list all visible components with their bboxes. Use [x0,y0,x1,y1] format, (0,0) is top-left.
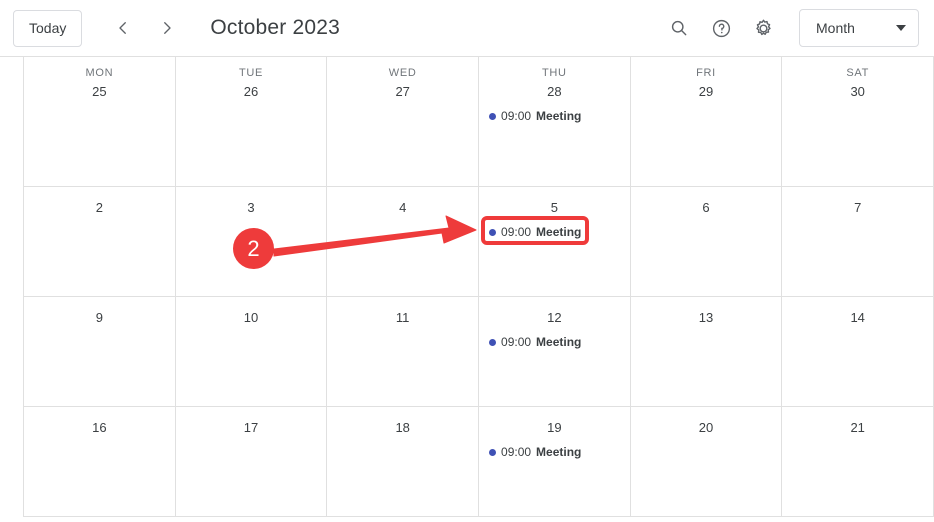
calendar-day-cell[interactable]: 21 [782,407,934,516]
day-number[interactable]: 27 [327,82,478,102]
day-number[interactable]: 16 [24,418,175,438]
day-number[interactable]: 14 [782,308,933,328]
day-number[interactable]: 20 [631,418,782,438]
calendar-grid: MON 25 TUE 26 WED 27 THU 28 09:00 Meeting FRI 29 SAT… [23,57,934,517]
calendar-day-cell[interactable]: 16 [24,407,176,516]
day-of-week-label: TUE [238,67,264,79]
day-of-week-label: THU [541,67,567,79]
event-chip[interactable]: 09:00 Meeting [485,333,624,351]
help-button[interactable] [703,10,739,46]
calendar-day-cell[interactable]: THU 28 09:00 Meeting [479,57,631,186]
day-events: 09:00 Meeting [479,333,630,351]
calendar-day-cell[interactable]: 20 [630,407,783,516]
calendar-day-cell[interactable]: 12 09:00 Meeting [479,297,631,406]
day-number[interactable]: 2 [24,198,175,218]
calendar-day-cell[interactable]: 3 [175,187,328,296]
view-mode-select[interactable]: Month [799,9,919,47]
calendar-day-cell[interactable]: 10 [175,297,328,406]
event-color-dot [489,112,497,120]
day-of-week-label: FRI [696,67,716,79]
chevron-down-icon [896,25,906,31]
chevron-right-icon [164,22,172,34]
event-title: Meeting [536,109,582,123]
event-title: Meeting [536,335,582,349]
calendar-day-cell[interactable]: 6 [630,187,783,296]
calendar-day-cell[interactable]: 19 09:00 Meeting [479,407,631,516]
day-number[interactable]: 25 [24,82,175,102]
event-time: 09:00 [501,225,532,239]
day-number[interactable]: 10 [176,308,327,328]
event-time: 09:00 [501,109,532,123]
event-chip[interactable]: 09:00 Meeting [485,107,624,125]
day-number[interactable]: 19 [479,418,630,438]
day-number[interactable]: 28 [479,82,630,102]
event-color-dot [489,448,497,456]
calendar-day-cell[interactable]: FRI 29 [630,57,783,186]
day-of-week-label: WED [388,67,417,79]
chevron-left-icon [119,22,127,34]
event-color-dot [489,228,497,236]
top-toolbar: Today October 2023 Month [0,0,934,57]
calendar-day-cell[interactable]: MON 25 [24,57,176,186]
calendar-day-cell[interactable]: 9 [24,297,176,406]
day-events: 09:00 Meeting [479,107,630,125]
day-number[interactable]: 30 [782,82,933,102]
event-color-dot [489,338,497,346]
calendar-day-cell[interactable]: WED 27 [327,57,480,186]
calendar-week-row: MON 25 TUE 26 WED 27 THU 28 09:00 Meeting FRI 29 SAT… [24,57,934,187]
event-title: Meeting [536,445,582,459]
event-time: 09:00 [501,335,532,349]
day-number[interactable]: 21 [782,418,933,438]
calendar-day-cell[interactable]: 14 [782,297,934,406]
calendar-day-cell[interactable]: TUE 26 [175,57,328,186]
search-icon [671,20,687,36]
calendar-day-cell[interactable]: 4 [327,187,480,296]
day-of-week-label: MON [85,67,114,79]
next-month-button[interactable] [150,11,184,45]
day-number[interactable]: 29 [631,82,782,102]
day-number[interactable]: 18 [327,418,478,438]
day-of-week-label: SAT [846,67,870,79]
calendar-week-row: 9 10 11 12 09:00 Meeting 13 14 [24,297,934,407]
calendar-day-cell[interactable]: SAT 30 [782,57,934,186]
calendar-day-cell[interactable]: 11 [327,297,480,406]
calendar-day-cell[interactable]: 17 [175,407,328,516]
day-number[interactable]: 12 [479,308,630,328]
calendar-day-cell[interactable]: 2 [24,187,176,296]
day-number[interactable]: 4 [327,198,478,218]
event-title: Meeting [536,225,582,239]
page-title: October 2023 [210,16,341,39]
day-events: 09:00 Meeting [479,443,630,461]
help-circle-icon [712,19,730,37]
previous-month-button[interactable] [106,11,140,45]
day-number[interactable]: 11 [327,308,478,328]
calendar-week-row: 16 17 18 19 09:00 Meeting 20 21 [24,407,934,517]
toolbar-actions: Month [655,9,934,47]
gear-icon [755,19,771,35]
day-number[interactable]: 6 [631,198,782,218]
day-number[interactable]: 26 [176,82,327,102]
calendar-week-row: 2 3 4 5 09:00 Meeting 6 7 [24,187,934,297]
calendar-day-cell[interactable]: 5 09:00 Meeting [479,187,631,296]
today-button[interactable]: Today [13,9,83,47]
day-number[interactable]: 9 [24,308,175,328]
calendar-day-cell[interactable]: 13 [630,297,783,406]
event-time: 09:00 [501,445,532,459]
today-button-label: Today [29,20,67,36]
day-number[interactable]: 7 [782,198,933,218]
day-number[interactable]: 5 [479,198,630,218]
settings-button[interactable] [745,10,781,46]
day-number[interactable]: 17 [176,418,327,438]
calendar-day-cell[interactable]: 18 [327,407,480,516]
search-button[interactable] [661,10,697,46]
view-mode-label: Month [816,20,855,36]
calendar-day-cell[interactable]: 7 [782,187,934,296]
day-events: 09:00 Meeting [479,223,630,241]
event-chip[interactable]: 09:00 Meeting [485,223,624,241]
day-number[interactable]: 3 [176,198,327,218]
event-chip[interactable]: 09:00 Meeting [485,443,624,461]
day-number[interactable]: 13 [631,308,782,328]
